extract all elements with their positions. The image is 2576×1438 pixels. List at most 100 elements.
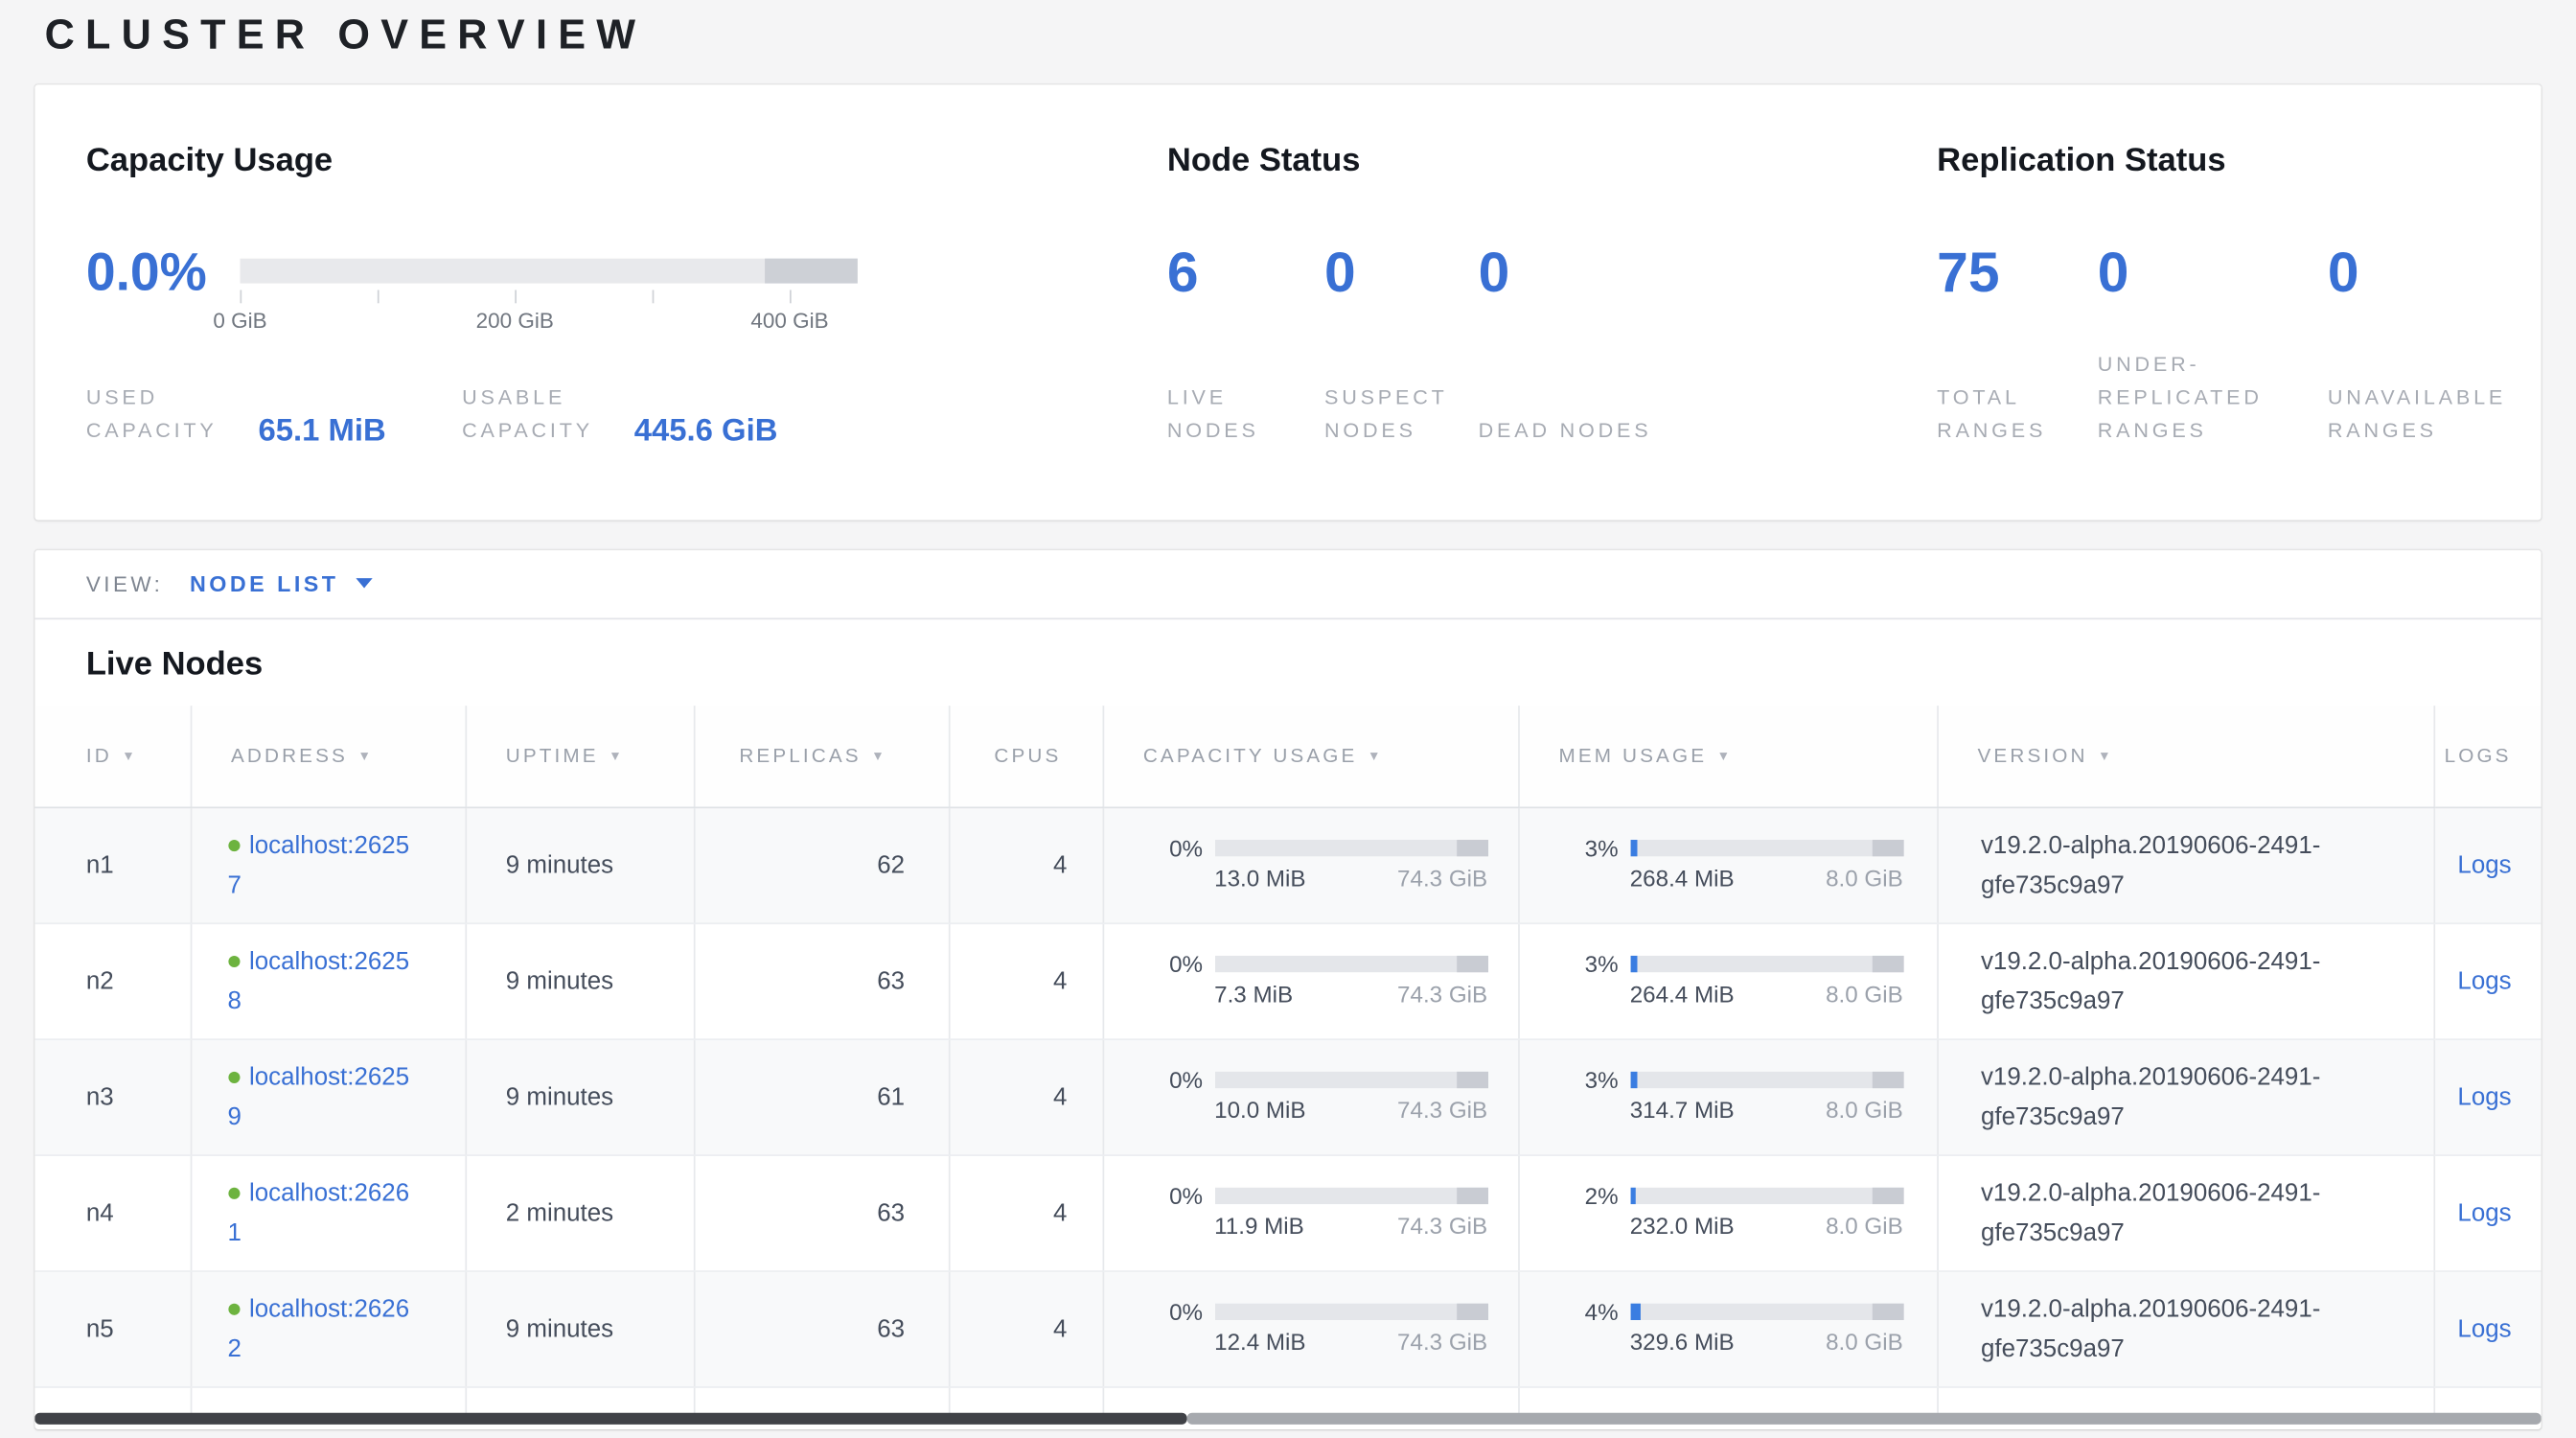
cell-node-id: n3 (34, 1039, 190, 1155)
cell-uptime: 2 minutes (465, 1155, 693, 1271)
total-ranges-label: TOTAL RANGES (1937, 381, 2098, 447)
capacity-used-value: 12.4 MiB (1214, 1329, 1305, 1356)
dead-nodes-label: DEAD NODES (1479, 413, 1661, 447)
cell-cpus: 4 (949, 807, 1103, 923)
mem-total-value: 8.0 GiB (1826, 865, 1903, 892)
axis-tick (378, 290, 380, 303)
node-address-link[interactable]: localhost:26259 (228, 1064, 410, 1131)
cell-mem-usage: 3% 314.7 MiB8.0 GiB (1518, 1039, 1937, 1155)
logs-link[interactable]: Logs (2457, 967, 2511, 995)
mem-total-value: 8.0 GiB (1826, 981, 1903, 1008)
mem-usage-bar (1630, 1188, 1903, 1204)
logs-link[interactable]: Logs (2457, 851, 2511, 879)
summary-card: Capacity Usage 0.0% 0 GiB 200 GiB 400 Gi… (34, 83, 2541, 519)
node-live-status-icon (228, 1072, 240, 1083)
mem-usage-bar (1630, 840, 1903, 856)
logs-link[interactable]: Logs (2457, 1315, 2511, 1343)
cell-node-id: n1 (34, 807, 190, 923)
sort-desc-icon: ▼ (122, 749, 138, 764)
axis-tick (515, 290, 517, 303)
scrollbar-track[interactable] (1187, 1412, 2541, 1424)
axis-tick (790, 290, 792, 303)
capacity-usage-heading: Capacity Usage (86, 138, 1129, 181)
mem-used-value: 314.7 MiB (1630, 1097, 1735, 1124)
capacity-percent-label: 0% (1137, 956, 1203, 974)
mem-used-value: 264.4 MiB (1630, 981, 1735, 1008)
cell-uptime: 9 minutes (465, 1039, 693, 1155)
capacity-usage-bar (1214, 840, 1487, 856)
table-row: n4 localhost:26261 2 minutes 63 4 0% 11.… (34, 1155, 2541, 1271)
cell-logs: Logs (2433, 807, 2541, 923)
node-status-section: Node Status 6 LIVE NODES 0 SUSPECT NODES… (1167, 83, 1730, 446)
node-address-link[interactable]: localhost:26261 (228, 1180, 410, 1247)
total-ranges-value: 75 (1937, 244, 2098, 301)
horizontal-scrollbar[interactable] (34, 1412, 2541, 1424)
metric-under-replicated-ranges: 0 UNDER-REPLICATED RANGES (2098, 244, 2328, 447)
usable-capacity-value: 445.6 GiB (634, 413, 778, 450)
sort-desc-icon: ▼ (1716, 749, 1733, 764)
view-dropdown[interactable]: NODE LIST (190, 570, 372, 595)
cell-logs: Logs (2433, 1155, 2541, 1271)
capacity-total-value: 74.3 GiB (1397, 1213, 1487, 1240)
logs-link[interactable]: Logs (2457, 1199, 2511, 1227)
cell-version: v19.2.0-alpha.20190606-2491-gfe735c9a97 (1937, 923, 2433, 1039)
cell-version: v19.2.0-alpha.20190606-2491-gfe735c9a97 (1937, 807, 2433, 923)
mem-total-value: 8.0 GiB (1826, 1329, 1903, 1356)
scrollbar-thumb[interactable] (34, 1412, 1187, 1424)
table-row: n5 localhost:26262 9 minutes 63 4 0% 12.… (34, 1271, 2541, 1387)
mem-usage-bar (1630, 956, 1903, 972)
mem-used-value: 329.6 MiB (1630, 1329, 1735, 1356)
table-row: n1 localhost:26257 9 minutes 62 4 0% 13.… (34, 807, 2541, 923)
unavailable-ranges-value: 0 (2328, 244, 2530, 301)
mem-used-value: 232.0 MiB (1630, 1213, 1735, 1240)
cell-capacity-usage: 0% 7.3 MiB74.3 GiB (1103, 923, 1519, 1039)
mem-percent-label: 3% (1552, 1072, 1619, 1090)
cell-version: v19.2.0-alpha.20190606-2491-gfe735c9a97 (1937, 1039, 2433, 1155)
mem-percent-label: 3% (1552, 840, 1619, 858)
table-row: n2 localhost:26258 9 minutes 63 4 0% 7.3… (34, 923, 2541, 1039)
cell-capacity-usage: 0% 10.0 MiB74.3 GiB (1103, 1039, 1519, 1155)
mem-used-value: 268.4 MiB (1630, 865, 1735, 892)
logs-link[interactable]: Logs (2457, 1083, 2511, 1111)
capacity-percent-label: 0% (1137, 1188, 1203, 1206)
sort-desc-icon: ▼ (609, 749, 625, 764)
usable-capacity-metric: USABLE CAPACITY 445.6 GiB (462, 381, 777, 447)
column-header-cpus[interactable]: CPUS (949, 705, 1103, 807)
capacity-usage-bar: 0 GiB 200 GiB 400 GiB (240, 259, 857, 284)
metric-dead-nodes: 0 DEAD NODES (1479, 244, 1661, 447)
cell-replicas: 63 (694, 1271, 949, 1387)
usable-capacity-label: USABLE CAPACITY (462, 381, 614, 447)
capacity-percent-label: 0% (1137, 840, 1203, 858)
cell-cpus: 4 (949, 923, 1103, 1039)
axis-tick (240, 290, 242, 303)
column-header-capacity-usage[interactable]: CAPACITY USAGE▼ (1103, 705, 1519, 807)
table-header-row: ID▼ ADDRESS▼ UPTIME▼ REPLICAS▼ CPUS CAPA… (34, 705, 2541, 807)
cell-address: localhost:26261 (191, 1155, 466, 1271)
column-header-id[interactable]: ID▼ (34, 705, 190, 807)
sort-desc-icon: ▼ (871, 749, 887, 764)
column-header-address[interactable]: ADDRESS▼ (191, 705, 466, 807)
metric-unavailable-ranges: 0 UNAVAILABLE RANGES (2328, 244, 2530, 447)
node-address-link[interactable]: localhost:26262 (228, 1296, 410, 1363)
column-header-uptime[interactable]: UPTIME▼ (465, 705, 693, 807)
cell-mem-usage: 2% 232.0 MiB8.0 GiB (1518, 1155, 1937, 1271)
cell-address: localhost:26257 (191, 807, 466, 923)
live-nodes-heading: Live Nodes (86, 642, 2542, 685)
node-address-link[interactable]: localhost:26257 (228, 832, 410, 899)
cell-cpus: 4 (949, 1039, 1103, 1155)
capacity-usage-bar (1214, 1188, 1487, 1204)
cell-cpus: 4 (949, 1155, 1103, 1271)
capacity-used-value: 7.3 MiB (1214, 981, 1293, 1008)
view-label: VIEW: (86, 570, 164, 595)
node-address-link[interactable]: localhost:26258 (228, 948, 410, 1015)
metric-suspect-nodes: 0 SUSPECT NODES (1324, 244, 1479, 447)
column-header-replicas[interactable]: REPLICAS▼ (694, 705, 949, 807)
table-row: n3 localhost:26259 9 minutes 61 4 0% 10.… (34, 1039, 2541, 1155)
column-header-version[interactable]: VERSION▼ (1937, 705, 2433, 807)
cell-capacity-usage: 0% 12.4 MiB74.3 GiB (1103, 1271, 1519, 1387)
capacity-percent-label: 0% (1137, 1304, 1203, 1322)
cell-node-id: n4 (34, 1155, 190, 1271)
cell-mem-usage: 3% 264.4 MiB8.0 GiB (1518, 923, 1937, 1039)
column-header-mem-usage[interactable]: MEM USAGE▼ (1518, 705, 1937, 807)
capacity-total-value: 74.3 GiB (1397, 1097, 1487, 1124)
